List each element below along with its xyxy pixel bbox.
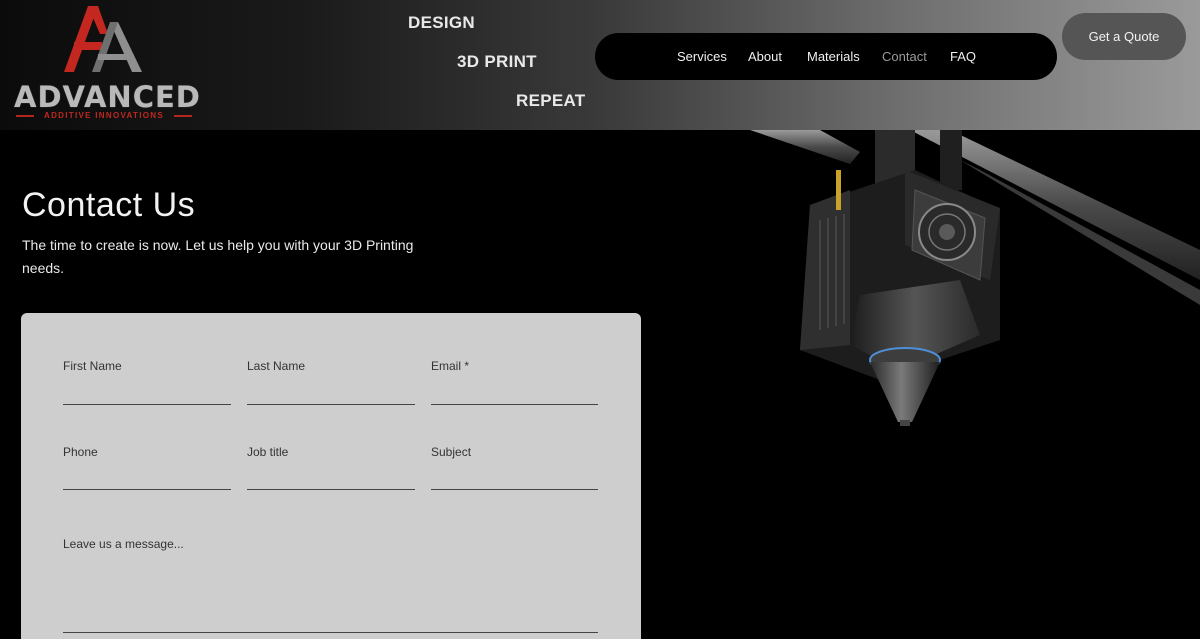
tagline-3d-print: 3D PRINT: [457, 52, 537, 71]
subject-input[interactable]: [431, 468, 598, 490]
logo-tagline: ADDITIVE INNOVATIONS: [44, 111, 164, 120]
logo-divider-left: [16, 115, 34, 117]
subject-field: Subject: [431, 445, 598, 491]
last-name-input[interactable]: [247, 383, 415, 405]
tagline-repeat: REPEAT: [516, 91, 586, 110]
logo-mark-icon: [64, 6, 142, 72]
job-title-field: Job title: [247, 445, 415, 491]
first-name-field: First Name: [63, 359, 231, 405]
subject-label: Subject: [431, 445, 472, 459]
email-field: Email *: [431, 359, 598, 405]
logo-divider-right: [174, 115, 192, 117]
email-input[interactable]: [431, 383, 598, 405]
message-textarea[interactable]: [63, 537, 598, 633]
nav-item-faq[interactable]: FAQ: [950, 49, 976, 64]
nav-item-contact[interactable]: Contact: [882, 49, 927, 64]
first-name-input[interactable]: [63, 383, 231, 405]
first-name-label: First Name: [63, 359, 122, 373]
printer-nozzle-illustration: [750, 130, 1200, 426]
phone-field: Phone: [63, 445, 231, 491]
logo-subline: ADDITIVE INNOVATIONS: [16, 111, 192, 121]
site-header: ADVANCED ADDITIVE INNOVATIONS DESIGN 3D …: [0, 0, 1200, 130]
email-label: Email *: [431, 359, 470, 373]
phone-input[interactable]: [63, 468, 231, 490]
page-subtitle: The time to create is now. Let us help y…: [22, 237, 414, 276]
nav-item-about[interactable]: About: [748, 49, 782, 64]
nav-item-services[interactable]: Services: [677, 49, 727, 64]
main-nav: Services About Materials Contact FAQ: [595, 33, 1057, 80]
job-title-label: Job title: [247, 445, 289, 459]
last-name-label: Last Name: [247, 359, 306, 373]
contact-form: First Name Last Name Email * Phone Job t…: [21, 313, 641, 639]
brand-logo[interactable]: ADVANCED ADDITIVE INNOVATIONS: [14, 4, 201, 122]
tagline-design: DESIGN: [408, 13, 475, 32]
get-a-quote-button[interactable]: Get a Quote: [1062, 13, 1186, 60]
hero-image: [700, 130, 1200, 450]
last-name-field: Last Name: [247, 359, 415, 405]
job-title-input[interactable]: [247, 468, 415, 490]
phone-label: Phone: [63, 445, 98, 459]
nav-item-materials[interactable]: Materials: [807, 49, 860, 64]
logo-wordmark: ADVANCED: [14, 80, 201, 114]
page-title: Contact Us: [22, 186, 196, 224]
